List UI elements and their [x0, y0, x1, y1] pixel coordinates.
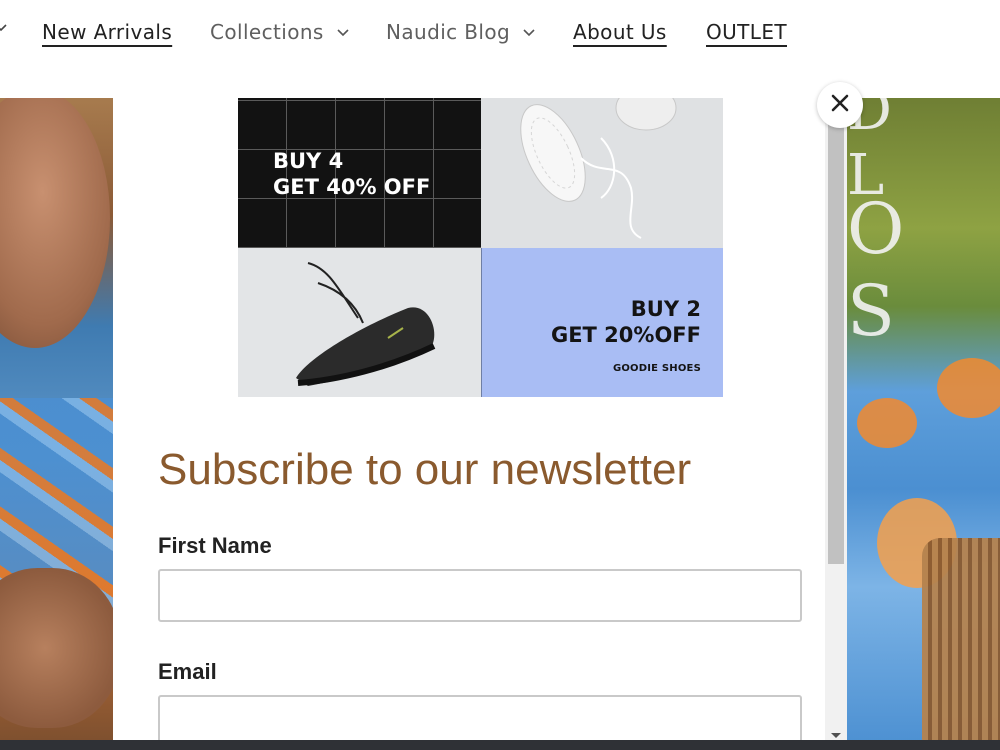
- hero-model-arm: [0, 568, 113, 728]
- nav-label: Collections: [210, 20, 324, 44]
- email-label: Email: [158, 659, 217, 684]
- nav-label: OUTLET: [706, 20, 787, 44]
- promo-text-buy2: BUY 2 GET 20%OFF: [551, 296, 701, 349]
- promo-tile-buy2: BUY 2 GET 20%OFF GOODIE SHOES: [481, 248, 723, 397]
- promo-line: GET 20%OFF: [550, 323, 701, 348]
- nav-link-collections[interactable]: Collections: [210, 20, 350, 44]
- hero-basket: [922, 538, 1000, 750]
- newsletter-modal: BUY 4 GET 40% OFF BUY 2 GET 20%OFF GOODI…: [113, 98, 847, 740]
- promo-brand: GOODIE SHOES: [612, 363, 701, 374]
- first-name-input[interactable]: [158, 569, 802, 622]
- bottom-bar: [0, 740, 1000, 750]
- first-name-label: First Name: [158, 533, 272, 558]
- black-sneaker-image: [296, 262, 436, 386]
- chevron-down-icon: [522, 25, 536, 39]
- promo-text-buy4: BUY 4 GET 40% OFF: [273, 148, 430, 201]
- nav-label: About Us: [573, 20, 667, 44]
- nav-prev-dropdown-chevron[interactable]: [0, 20, 8, 34]
- modal-scrollbar[interactable]: [825, 98, 847, 740]
- email-input[interactable]: [158, 695, 802, 740]
- hero-image-right: D L O S: [847, 98, 1000, 750]
- chevron-down-icon: [0, 20, 8, 34]
- promo-tile-buy4: BUY 4 GET 40% OFF: [238, 98, 481, 248]
- promo-line: BUY 4: [273, 149, 344, 173]
- close-button[interactable]: [817, 82, 863, 128]
- hero-text: O S: [847, 188, 945, 352]
- white-sneakers-image: [520, 98, 677, 239]
- scroll-down-arrow-icon[interactable]: [831, 733, 841, 738]
- close-icon: [831, 94, 849, 116]
- promo-banner: BUY 4 GET 40% OFF BUY 2 GET 20%OFF GOODI…: [238, 98, 723, 397]
- nav-link-about-us[interactable]: About Us: [573, 20, 667, 44]
- promo-tile-white-shoes: [481, 98, 723, 248]
- chevron-down-icon: [336, 25, 350, 39]
- hero-image-left: [0, 98, 113, 750]
- promo-line: BUY 2: [630, 297, 701, 321]
- hero-model-face: [0, 98, 110, 348]
- newsletter-title: Subscribe to our newsletter: [158, 445, 692, 494]
- nav-label: New Arrivals: [42, 20, 173, 44]
- nav-label: Naudic Blog: [386, 20, 511, 44]
- hero-flower: [937, 358, 1000, 418]
- nav-link-new-arrivals[interactable]: New Arrivals: [42, 20, 172, 44]
- nav-link-outlet[interactable]: OUTLET: [706, 20, 787, 44]
- promo-line: GET 40% OFF: [273, 175, 431, 200]
- modal-scrollbar-thumb[interactable]: [828, 122, 844, 564]
- nav-link-naudic-blog[interactable]: Naudic Blog: [386, 20, 536, 44]
- promo-tile-black-shoe: [238, 248, 481, 397]
- hero-flower: [857, 398, 917, 448]
